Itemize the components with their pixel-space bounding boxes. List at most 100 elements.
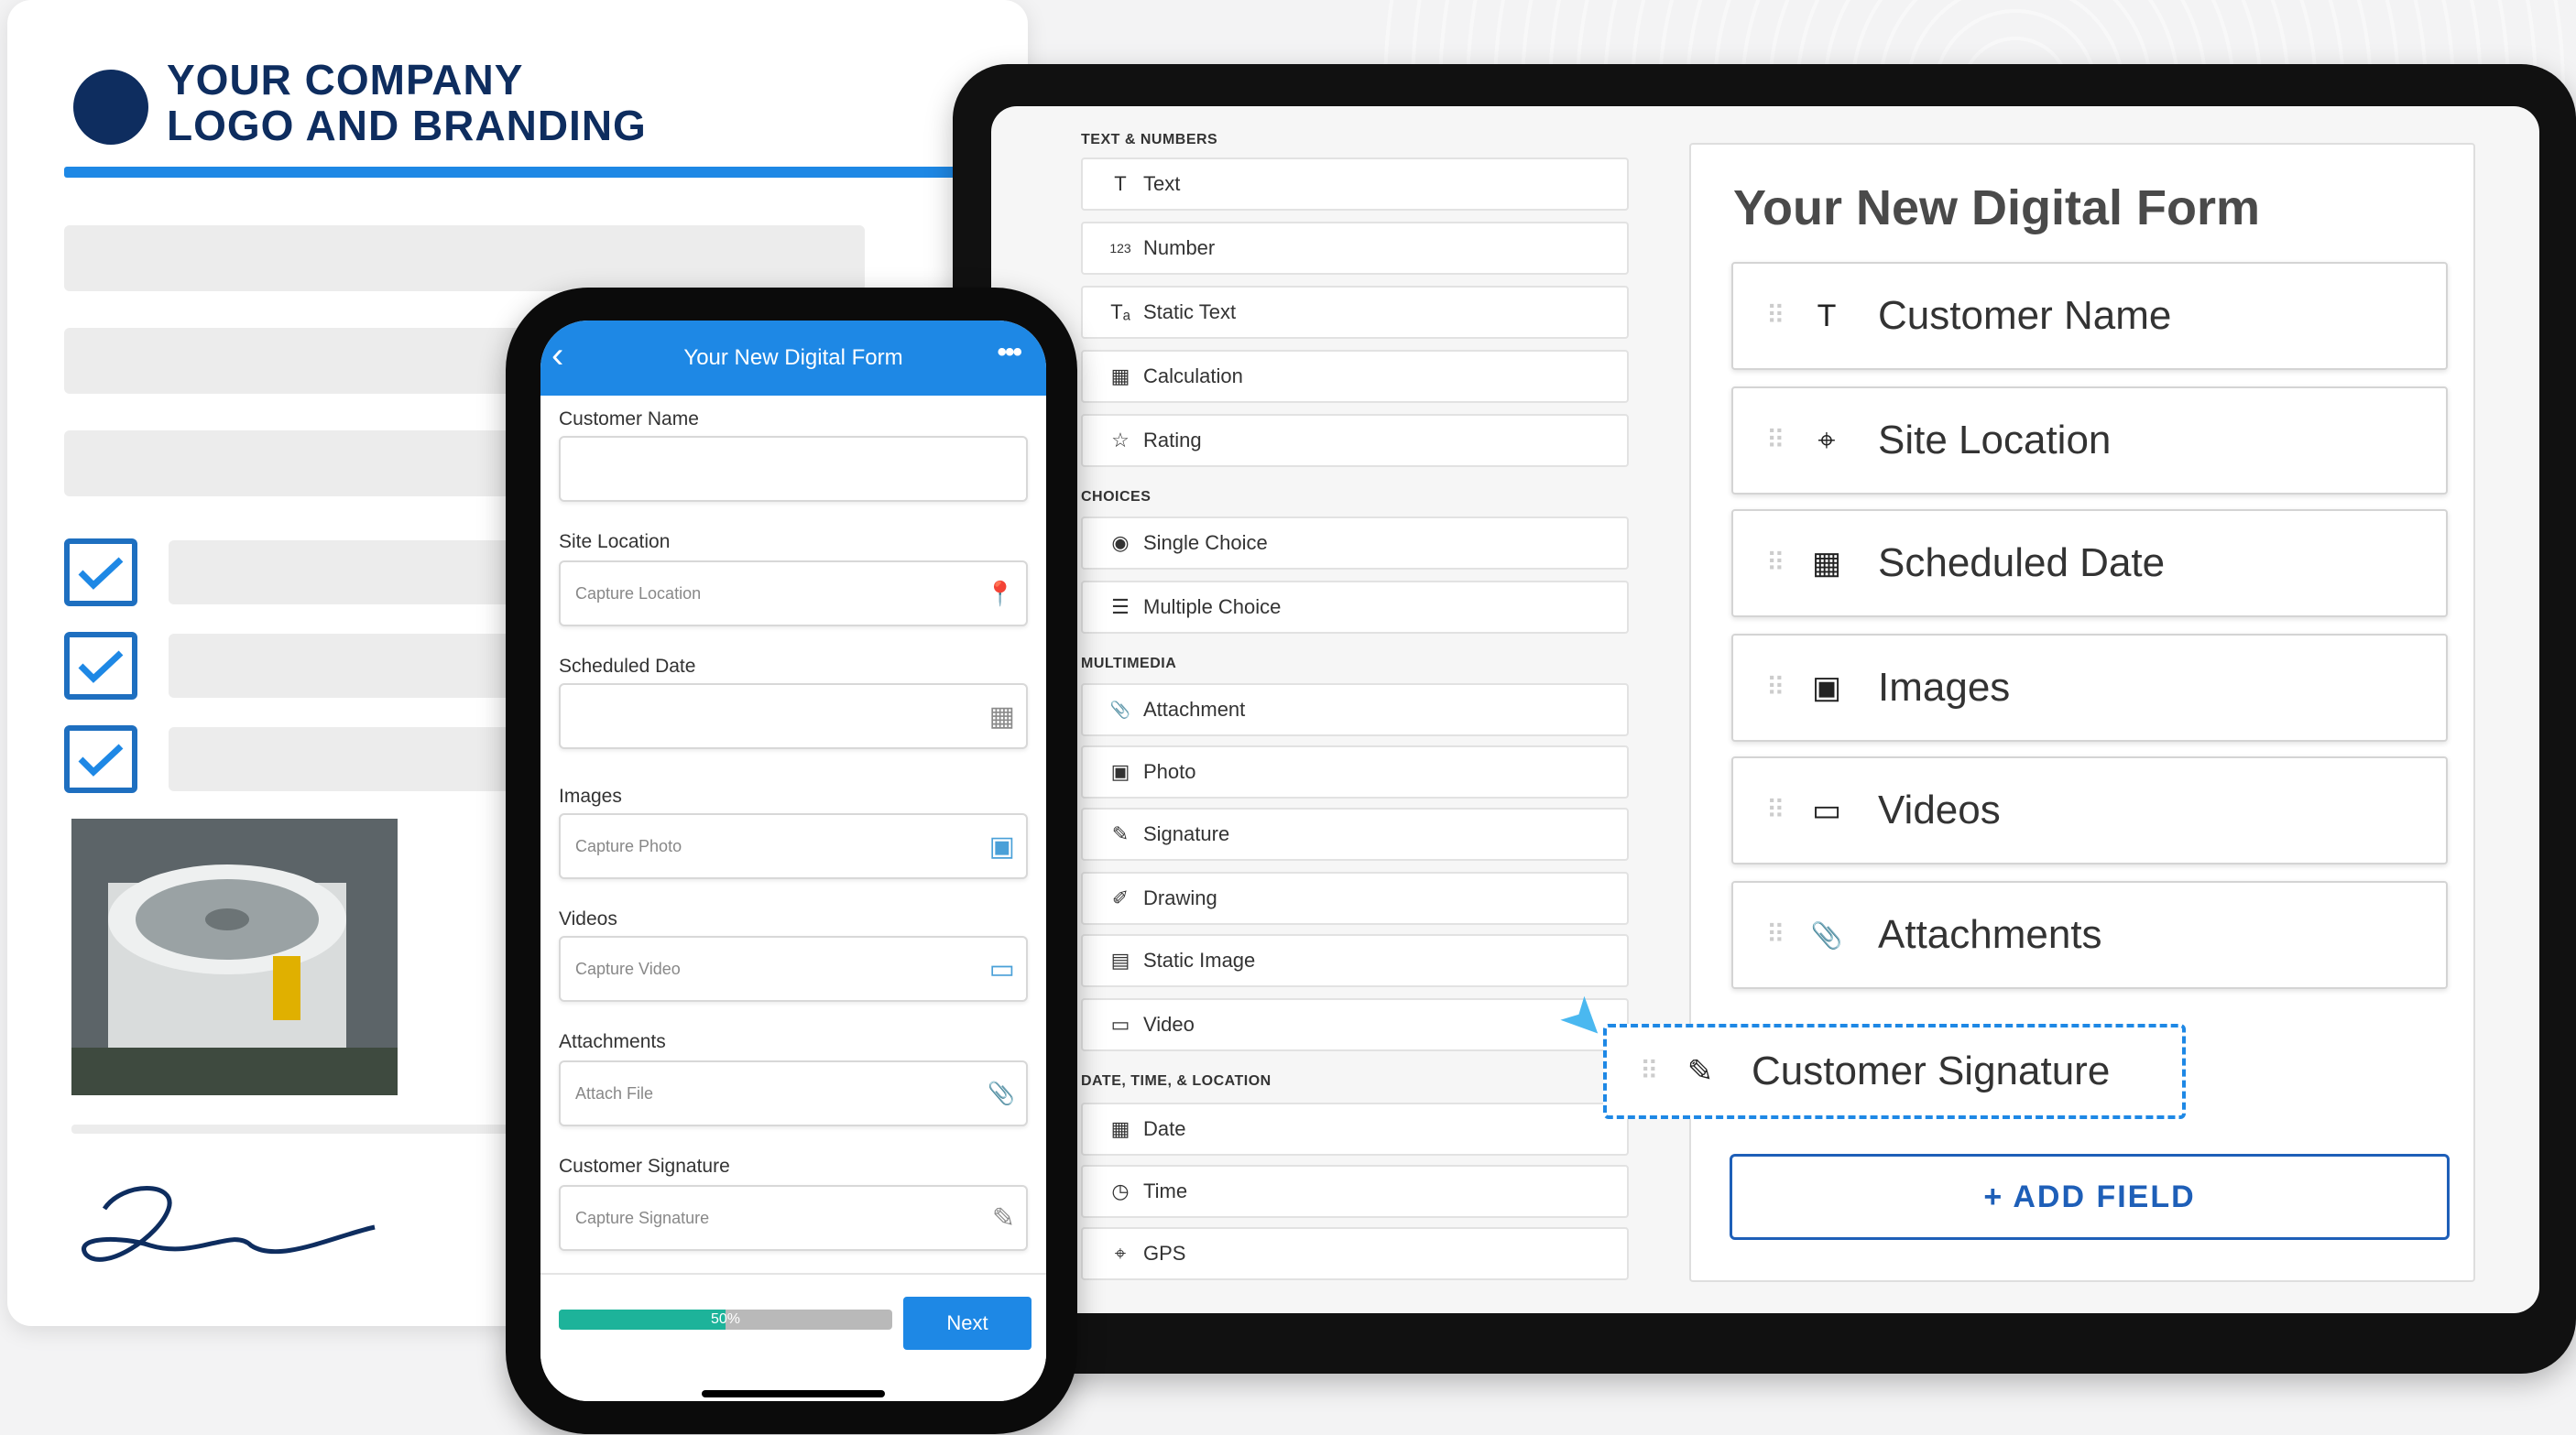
drag-handle-icon[interactable]: ⠿ [1766, 798, 1785, 823]
placeholder-line [64, 430, 540, 496]
palette-section-title: MULTIMEDIA [1081, 656, 1177, 671]
drag-handle-icon[interactable]: ⠿ [1766, 922, 1785, 948]
form-field-images[interactable]: ⠿ ▣ Images [1731, 634, 2448, 742]
next-button[interactable]: Next [903, 1297, 1031, 1350]
image-icon: ▣ [1110, 760, 1130, 783]
paperclip-icon[interactable]: 📎 [988, 1081, 1015, 1107]
calendar-icon: ▦ [1110, 1117, 1130, 1140]
checkbox-checked[interactable] [64, 538, 137, 606]
palette-item-rating[interactable]: ☆ Rating [1081, 414, 1629, 467]
palette-item-signature[interactable]: ✎ Signature [1081, 808, 1629, 861]
text-icon: T [1114, 172, 1127, 195]
location-pin-icon: ⌖ [1817, 422, 1836, 458]
palette-item-multiple-choice[interactable]: ☰ Multiple Choice [1081, 581, 1629, 634]
images-input[interactable]: Capture Photo ▣ [559, 813, 1028, 879]
checkmark-icon [78, 744, 124, 777]
palette-item-static-image[interactable]: ▤ Static Image [1081, 934, 1629, 987]
logo-line-2: LOGO AND BRANDING [167, 102, 647, 149]
logo-line-1: YOUR COMPANY [167, 56, 524, 103]
map-pin-icon[interactable]: 📍 [986, 580, 1015, 608]
placeholder-line [71, 1125, 511, 1134]
palette-item-time[interactable]: ◷ Time [1081, 1165, 1629, 1218]
brand-divider [64, 167, 956, 178]
company-logo-text: YOUR COMPANY LOGO AND BRANDING [167, 57, 647, 148]
palette-section-title: DATE, TIME, & LOCATION [1081, 1073, 1272, 1089]
pen-icon: ✎ [1111, 822, 1130, 845]
drag-handle-icon[interactable]: ⠿ [1766, 675, 1785, 701]
radio-icon: ◉ [1111, 531, 1130, 554]
video-camera-icon[interactable]: ▭ [989, 953, 1015, 985]
placeholder-line [169, 727, 553, 791]
clock-icon: ◷ [1111, 1180, 1130, 1202]
form-field-attachments[interactable]: ⠿ 📎 Attachments [1731, 881, 2448, 989]
palette-item-calculation[interactable]: ▦ Calculation [1081, 350, 1629, 403]
drag-handle-icon[interactable]: ⠿ [1766, 303, 1785, 329]
calculator-icon: ▦ [1110, 364, 1130, 387]
palette-item-number[interactable]: 123 Number [1081, 222, 1629, 275]
palette-item-static-text[interactable]: Tₐ Static Text [1081, 286, 1629, 339]
drag-handle-icon[interactable]: ⠿ [1766, 550, 1785, 576]
pencil-icon: ✐ [1111, 886, 1130, 909]
palette-section-title: TEXT & NUMBERS [1081, 132, 1218, 147]
placeholder-line [169, 634, 553, 698]
location-pin-icon: ⌖ [1114, 1242, 1127, 1265]
company-logo-circle [73, 70, 148, 145]
form-field-customer-name[interactable]: ⠿ T Customer Name [1731, 262, 2448, 370]
field-label: Site Location [559, 531, 671, 552]
checkbox-checked[interactable] [64, 632, 137, 700]
checkbox-checked[interactable] [64, 725, 137, 793]
phone-header: ‹ Your New Digital Form ••• [540, 321, 1046, 396]
static-image-icon: ▤ [1110, 949, 1130, 972]
list-icon: ☰ [1111, 595, 1130, 618]
phone-screen: ‹ Your New Digital Form ••• Customer Nam… [540, 321, 1046, 1401]
pen-icon[interactable]: ✎ [992, 1202, 1015, 1234]
image-icon: ▣ [1811, 670, 1842, 705]
palette-section-title: CHOICES [1081, 489, 1152, 505]
palette-item-single-choice[interactable]: ◉ Single Choice [1081, 516, 1629, 570]
form-field-videos[interactable]: ⠿ ▭ Videos [1731, 756, 2448, 864]
home-indicator [702, 1390, 885, 1397]
static-text-icon: Tₐ [1110, 300, 1130, 323]
add-field-button[interactable]: + ADD FIELD [1730, 1154, 2450, 1240]
customer-signature-input[interactable]: Capture Signature ✎ [559, 1185, 1028, 1251]
palette-item-drawing[interactable]: ✐ Drawing [1081, 872, 1629, 925]
star-icon: ☆ [1111, 429, 1130, 451]
tablet-screen: TEXT & NUMBERS T Text 123 Number Tₐ Stat… [991, 106, 2539, 1313]
site-location-input[interactable]: Capture Location 📍 [559, 560, 1028, 626]
pen-icon: ✎ [1686, 1054, 1714, 1089]
signature-scribble [82, 1186, 376, 1262]
text-icon: T [1817, 298, 1837, 333]
field-label: Videos [559, 908, 617, 929]
ac-unit-photo [71, 819, 398, 1095]
palette-item-attachment[interactable]: 📎 Attachment [1081, 683, 1629, 736]
palette-item-gps[interactable]: ⌖ GPS [1081, 1227, 1629, 1280]
calendar-icon[interactable]: ▦ [989, 701, 1015, 733]
paperclip-icon: 📎 [1109, 700, 1131, 719]
dragging-field-customer-signature[interactable]: ⠿ ✎ Customer Signature [1603, 1024, 2186, 1119]
more-options-icon[interactable]: ••• [997, 337, 1021, 368]
field-label: Attachments [559, 1031, 666, 1052]
customer-name-input[interactable] [559, 436, 1028, 502]
drag-handle-icon[interactable]: ⠿ [1640, 1059, 1659, 1084]
progress-bar: 50% [559, 1310, 892, 1330]
number-icon: 123 [1109, 241, 1131, 255]
back-chevron-icon[interactable]: ‹ [551, 335, 563, 376]
phone-title: Your New Digital Form [683, 345, 903, 370]
field-label: Customer Signature [559, 1156, 730, 1177]
videos-input[interactable]: Capture Video ▭ [559, 936, 1028, 1002]
attachments-input[interactable]: Attach File 📎 [559, 1060, 1028, 1126]
form-field-scheduled-date[interactable]: ⠿ ▦ Scheduled Date [1731, 509, 2448, 617]
palette-item-text[interactable]: T Text [1081, 158, 1629, 211]
paperclip-icon: 📎 [1810, 920, 1843, 950]
image-icon[interactable]: ▣ [989, 831, 1015, 863]
palette-item-date[interactable]: ▦ Date [1081, 1103, 1629, 1156]
checkmark-icon [78, 557, 124, 590]
palette-item-photo[interactable]: ▣ Photo [1081, 745, 1629, 799]
form-field-site-location[interactable]: ⠿ ⌖ Site Location [1731, 386, 2448, 495]
field-label: Scheduled Date [559, 656, 696, 677]
placeholder-line [64, 328, 540, 394]
scheduled-date-input[interactable]: ▦ [559, 683, 1028, 749]
drag-handle-icon[interactable]: ⠿ [1766, 428, 1785, 453]
field-label: Images [559, 786, 622, 807]
placeholder-line [169, 540, 553, 604]
